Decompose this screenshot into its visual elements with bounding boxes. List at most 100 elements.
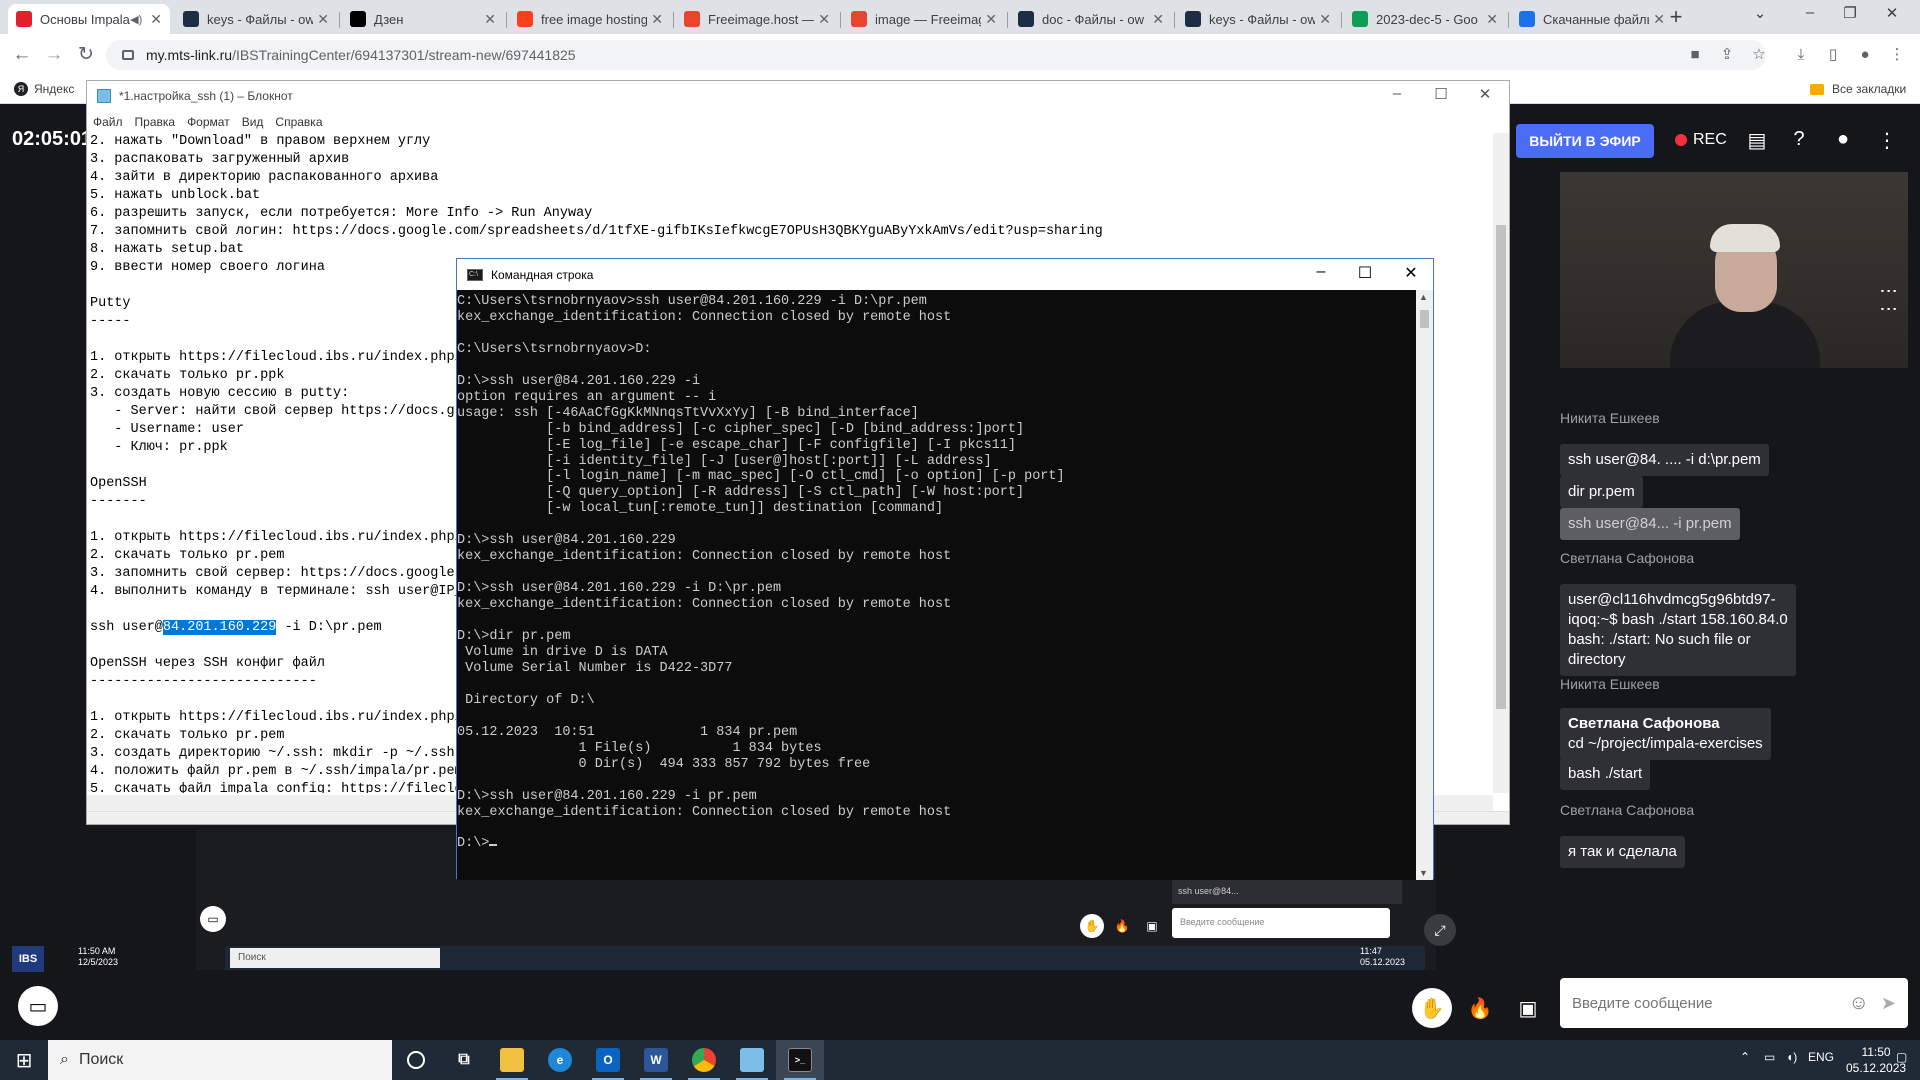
cmd-console[interactable]: C:\Users\tsrnobrnyaov>ssh user@84.201.16… bbox=[457, 290, 1417, 880]
close-tab-icon[interactable]: ✕ bbox=[317, 11, 329, 28]
tray-chevron-icon[interactable]: ⌃ bbox=[1740, 1050, 1750, 1064]
more-menu-icon[interactable]: ⋮ bbox=[1874, 128, 1900, 153]
site-info-icon[interactable] bbox=[122, 50, 134, 60]
video-tile[interactable]: ⋮⋮ bbox=[1560, 172, 1908, 368]
browser-tab[interactable]: Дзен ✕ bbox=[342, 4, 504, 34]
bookmark-all[interactable]: Все закладки bbox=[1810, 82, 1906, 96]
taskbar-search[interactable]: ⌕ Поиск bbox=[48, 1040, 392, 1080]
cmd-line: [-i identity_file] [-J [user@]host[:port… bbox=[457, 453, 992, 469]
browser-tab[interactable]: Freeimage.host — ✕ bbox=[676, 4, 838, 34]
tab-search-icon[interactable]: ⌄ bbox=[1740, 4, 1780, 22]
outlook-icon[interactable]: O bbox=[584, 1040, 632, 1080]
cmd-taskbar-icon[interactable]: >_ bbox=[776, 1040, 824, 1080]
profile-avatar-icon[interactable]: ● bbox=[1854, 45, 1876, 65]
menu-kebab-icon[interactable]: ⋮ bbox=[1886, 45, 1908, 65]
notepad-menu-item[interactable]: Вид bbox=[242, 115, 264, 129]
send-icon[interactable]: ➤ bbox=[1881, 993, 1896, 1014]
cortana-icon[interactable] bbox=[392, 1040, 440, 1080]
task-view-icon[interactable]: ⧉ bbox=[440, 1040, 488, 1080]
chat-icon[interactable]: ▤ bbox=[1744, 128, 1770, 153]
close-tab-icon[interactable]: ✕ bbox=[484, 11, 496, 28]
cmd-prompt-line[interactable]: D:\> bbox=[457, 836, 1065, 852]
notepad-close-button[interactable]: ✕ bbox=[1465, 85, 1505, 103]
notifications-icon[interactable]: ▢ bbox=[1896, 1050, 1907, 1064]
browser-tab[interactable]: keys - Файлы - ow ✕ bbox=[175, 4, 337, 34]
notepad-minimize-button[interactable]: – bbox=[1377, 85, 1417, 102]
network-icon[interactable]: ▭ bbox=[1764, 1050, 1775, 1064]
notepad-scroll-thumb[interactable] bbox=[1496, 225, 1506, 709]
cmd-maximize-button[interactable]: ☐ bbox=[1343, 263, 1387, 283]
browser-tab[interactable]: 2023-dec-5 - Goo ✕ bbox=[1344, 4, 1506, 34]
word-icon[interactable]: W bbox=[632, 1040, 680, 1080]
video-more-icon[interactable]: ⋮⋮ bbox=[1878, 282, 1900, 318]
share-icon[interactable]: ⇪ bbox=[1716, 45, 1738, 65]
new-tab-button[interactable]: + bbox=[1662, 6, 1690, 30]
close-browser-button[interactable]: ✕ bbox=[1872, 4, 1912, 22]
layout-toggle-icon[interactable]: ▣ bbox=[1508, 988, 1548, 1028]
notepad-vertical-scrollbar[interactable] bbox=[1493, 133, 1509, 793]
close-tab-icon[interactable]: ✕ bbox=[1486, 11, 1498, 28]
forward-button[interactable]: → bbox=[40, 42, 68, 68]
browser-tab[interactable]: Скачанные файлы ✕ bbox=[1511, 4, 1673, 34]
raise-hand-icon[interactable]: ✋ bbox=[1412, 988, 1452, 1028]
volume-icon[interactable]: ◖) bbox=[1786, 1050, 1797, 1064]
reload-button[interactable]: ↻ bbox=[72, 42, 100, 68]
tab-separator bbox=[1007, 12, 1008, 28]
close-tab-icon[interactable]: ✕ bbox=[985, 11, 997, 28]
reaction-fire-icon[interactable]: 🔥 bbox=[1460, 988, 1500, 1028]
browser-tab[interactable]: image — Freeimage ✕ bbox=[843, 4, 1005, 34]
close-tab-icon[interactable]: ✕ bbox=[818, 11, 830, 28]
question-icon[interactable]: ? bbox=[1786, 128, 1812, 151]
rec-indicator[interactable]: REC bbox=[1675, 131, 1727, 149]
notepad-menu-item[interactable]: Файл bbox=[93, 115, 123, 129]
fullscreen-icon[interactable]: ⤢ bbox=[1424, 914, 1456, 946]
browser-tab[interactable]: keys - Файлы - ow ✕ bbox=[1177, 4, 1339, 34]
notepad-menu-item[interactable]: Формат bbox=[187, 115, 230, 129]
screen-share-icon[interactable]: ▭ bbox=[18, 986, 58, 1026]
emoji-icon[interactable]: ☺ bbox=[1848, 992, 1868, 1015]
browser-tab-title: Основы Impala bbox=[40, 11, 130, 27]
go-live-button[interactable]: ВЫЙТИ В ЭФИР bbox=[1516, 124, 1654, 158]
cmd-scrollbar[interactable]: ▲ ▼ bbox=[1416, 290, 1433, 880]
notepad-titlebar[interactable]: *1.настройка_ssh (1) – Блокнот bbox=[87, 81, 1509, 111]
back-button[interactable]: ← bbox=[8, 42, 36, 68]
browser-tab-bar: Основы Impala ◀) ✕ keys - Файлы - ow ✕ Дзен ✕ f… bbox=[0, 0, 1920, 34]
camera-icon[interactable]: ■ bbox=[1684, 45, 1706, 65]
downloads-icon[interactable]: ⤓ bbox=[1790, 45, 1812, 65]
bookmark-star-icon[interactable]: ☆ bbox=[1748, 45, 1770, 65]
participants-icon[interactable]: ● bbox=[1830, 128, 1856, 151]
windows-start-icon[interactable]: ⊞ bbox=[8, 1048, 40, 1072]
cmd-line: usage: ssh [-46AaCfGgKkMNnqsTtVvXxYy] [-… bbox=[457, 405, 919, 421]
notepad-maximize-button[interactable]: ☐ bbox=[1421, 85, 1461, 103]
edge-icon[interactable]: e bbox=[536, 1040, 584, 1080]
close-tab-icon[interactable]: ✕ bbox=[150, 11, 162, 28]
close-tab-icon[interactable]: ✕ bbox=[1319, 11, 1331, 28]
cmd-window[interactable]: C:\ Командная строка – ☐ ✕ C:\Users\tsrn… bbox=[456, 258, 1434, 880]
chat-input[interactable] bbox=[1572, 994, 1849, 1012]
notepad-taskbar-icon[interactable] bbox=[728, 1040, 776, 1080]
scroll-down-icon[interactable]: ▼ bbox=[1419, 868, 1428, 878]
chat-input-box[interactable]: ☺ ➤ bbox=[1560, 978, 1908, 1028]
browser-tab[interactable]: Основы Impala ◀) ✕ bbox=[8, 4, 170, 34]
browser-tab[interactable]: free image hosting ✕ bbox=[509, 4, 671, 34]
minimize-button[interactable]: – bbox=[1790, 4, 1830, 21]
side-panel-icon[interactable]: ▯ bbox=[1822, 45, 1844, 65]
notepad-menu-item[interactable]: Правка bbox=[135, 115, 176, 129]
tab-audio-icon[interactable]: ◀) bbox=[130, 13, 142, 26]
cmd-titlebar[interactable]: C:\ Командная строка bbox=[457, 259, 1433, 290]
cmd-scroll-thumb[interactable] bbox=[1420, 310, 1429, 328]
close-tab-icon[interactable]: ✕ bbox=[651, 11, 663, 28]
chrome-icon[interactable] bbox=[680, 1040, 728, 1080]
restore-button[interactable]: ❐ bbox=[1830, 4, 1870, 22]
address-bar[interactable]: my.mts-link.ru/IBSTrainingCenter/6941373… bbox=[106, 40, 1766, 70]
bookmark-yandex[interactable]: Я Яндекс bbox=[14, 82, 74, 96]
browser-tab[interactable]: doc - Файлы - ow ✕ bbox=[1010, 4, 1172, 34]
selected-ip-text[interactable]: 84.201.160.229 bbox=[162, 620, 277, 635]
close-tab-icon[interactable]: ✕ bbox=[1152, 11, 1164, 28]
cmd-minimize-button[interactable]: – bbox=[1299, 263, 1343, 281]
notepad-menu-item[interactable]: Справка bbox=[275, 115, 322, 129]
scroll-up-icon[interactable]: ▲ bbox=[1419, 292, 1428, 302]
cmd-close-button[interactable]: ✕ bbox=[1389, 263, 1433, 283]
keyboard-language[interactable]: ENG bbox=[1808, 1050, 1834, 1064]
file-explorer-icon[interactable] bbox=[488, 1040, 536, 1080]
